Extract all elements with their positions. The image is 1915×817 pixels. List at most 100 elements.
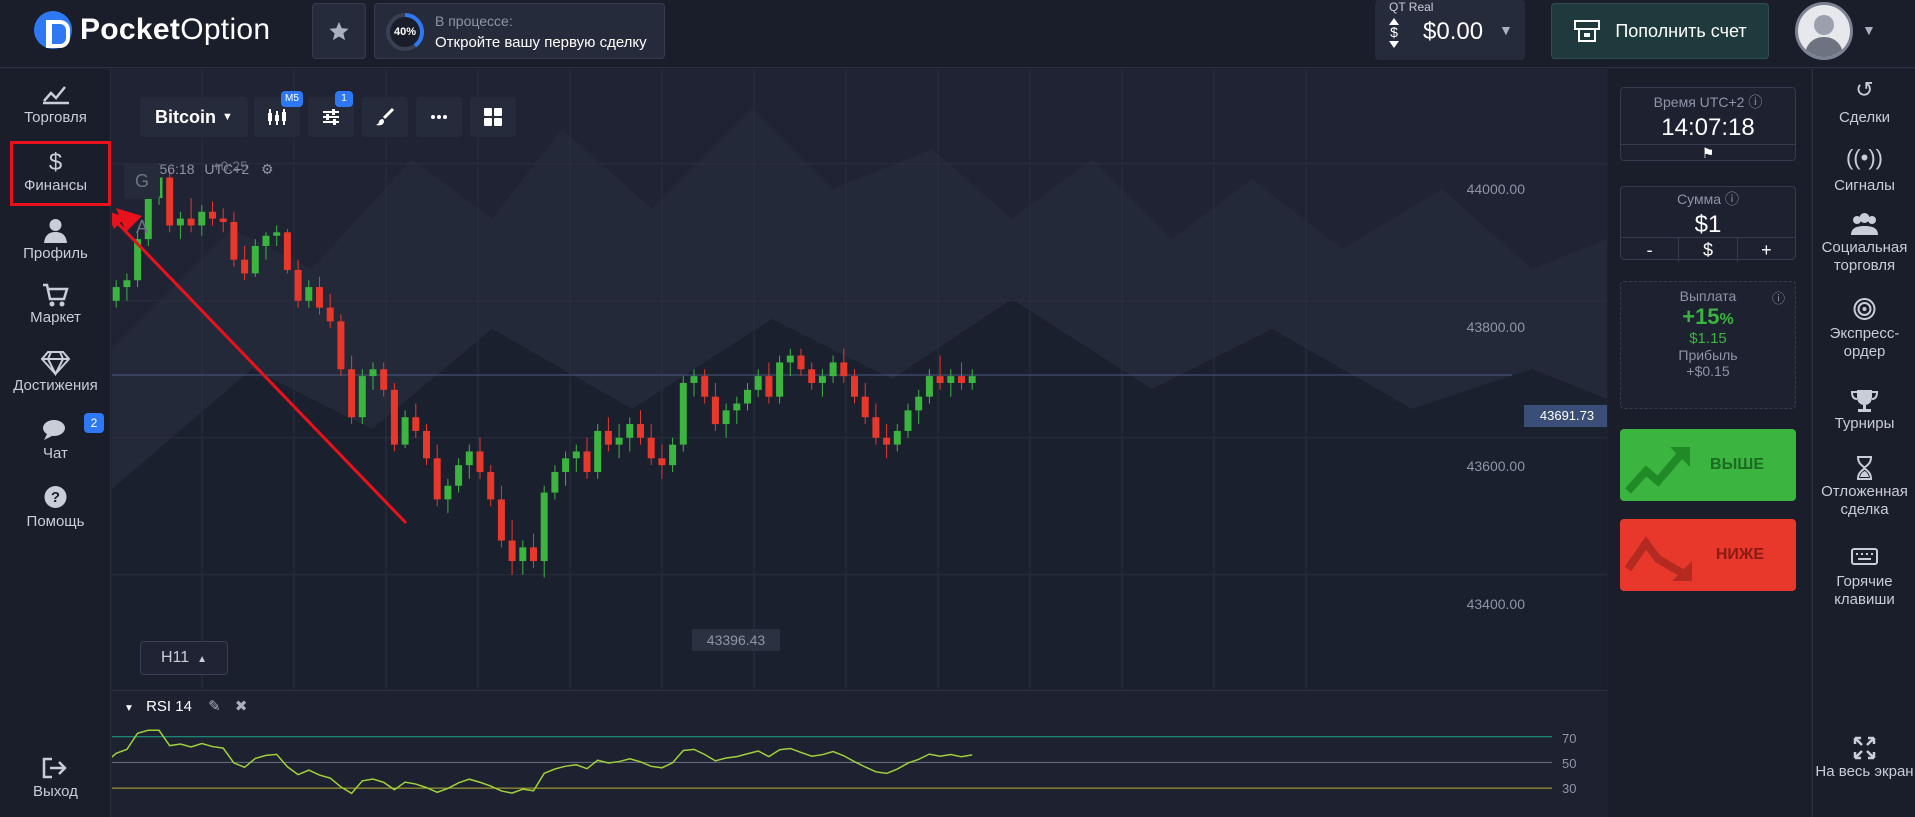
nav-express-order[interactable]: Экспресс-ордер (1813, 297, 1915, 361)
nav-trading[interactable]: Торговля (0, 81, 111, 126)
amount-label: Сумма ⓘ (1677, 191, 1739, 207)
amount-plus-button[interactable]: + (1738, 238, 1795, 262)
trend-up-icon (1625, 447, 1690, 494)
account-type: QT Real (1389, 0, 1434, 14)
logo-icon (34, 11, 72, 49)
cart-icon (43, 283, 69, 307)
user-avatar-icon (1804, 15, 1844, 57)
account-selector[interactable]: QT Real $ $0.00 ▼ (1375, 0, 1525, 60)
candle-body (669, 444, 677, 466)
timeframe-button[interactable]: H11 ▲ (140, 641, 228, 675)
user-icon (44, 219, 67, 243)
nav-social-trading[interactable]: Социальная торговля (1813, 211, 1915, 275)
candle-body (690, 376, 698, 383)
keyboard-icon (1851, 548, 1878, 565)
account-balance: $0.00 (1423, 18, 1484, 45)
candle-body (893, 430, 901, 445)
caret-up-icon: ▲ (197, 654, 208, 665)
candle-body (829, 362, 837, 377)
amount-currency-button[interactable]: $ (1679, 238, 1738, 262)
deposit-button[interactable]: Пополнить счет (1551, 3, 1769, 59)
candle-body (883, 437, 891, 445)
candle-body (851, 376, 858, 397)
nav-trades[interactable]: ↺ Сделки (1813, 77, 1915, 127)
progress-status: В процессе: (435, 13, 513, 29)
candle-body (968, 376, 976, 383)
candle-body (840, 362, 848, 377)
amount-value[interactable]: $1 (1621, 211, 1795, 238)
payout-amount: $1.15 (1689, 330, 1727, 347)
payout-percent: +15% (1682, 304, 1734, 329)
candle-body (808, 369, 816, 383)
candle-body (733, 403, 741, 411)
nav-profile[interactable]: Профиль (0, 217, 111, 262)
logout-icon (42, 757, 67, 779)
users-icon (1851, 213, 1878, 235)
nav-help[interactable]: ? Помощь (0, 485, 111, 530)
flag-icon[interactable]: ⚑ (1621, 144, 1795, 164)
candle-body (744, 389, 751, 404)
price-level-label: 43400.00 (1466, 596, 1525, 612)
candle-body (786, 355, 794, 363)
avatar[interactable] (1795, 2, 1853, 60)
history-icon: ↺ (1855, 77, 1874, 102)
expiry-time-box[interactable]: Время UTC+2 ⓘ 14:07:18 ⚑ (1620, 87, 1796, 161)
nav-hotkeys[interactable]: Горячие клавиши (1813, 545, 1915, 609)
red-arrow-head (116, 208, 142, 232)
red-arrow-annotation (112, 212, 408, 525)
candle-body (818, 376, 826, 383)
nav-signals[interactable]: ((•)) Сигналы (1813, 145, 1915, 195)
higher-button[interactable]: ВЫШЕ (1620, 429, 1796, 501)
candle-body (797, 355, 805, 370)
logo[interactable]: PocketOption (34, 10, 270, 50)
chat-badge: 2 (84, 413, 104, 433)
nav-fullscreen[interactable]: На весь экран (1813, 735, 1915, 781)
chart-area[interactable]: Bitcoin ▼ M5 1 12:56:18 UTC+2 +0:25 ⚙ G A … (112, 69, 1607, 689)
payout-box: Выплата ⓘ +15% $1.15 Прибыль +$0.15 (1620, 281, 1796, 409)
nav-market[interactable]: Маркет (0, 281, 111, 326)
fullscreen-icon (1853, 736, 1876, 760)
progress-task: Откройте вашу первую сделку (435, 34, 647, 51)
caret-down-icon[interactable]: ▼ (1862, 22, 1876, 38)
candle-body (647, 437, 655, 459)
candle-body (904, 410, 912, 431)
nav-tournaments[interactable]: Турниры (1813, 387, 1915, 433)
deposit-label: Пополнить счет (1615, 20, 1747, 41)
rsi-level-30: 30 (1562, 781, 1577, 796)
trend-down-icon (1624, 536, 1692, 581)
sort-arrows-icon: $ (1389, 18, 1399, 48)
help-icon[interactable]: ⓘ (1772, 288, 1785, 307)
favorites-button[interactable] (312, 3, 366, 59)
candle-body (551, 472, 559, 493)
signal-icon: ((•)) (1845, 145, 1883, 170)
nav-logout[interactable]: Выход (0, 755, 111, 800)
candle-body (947, 376, 955, 383)
candle-body (519, 547, 527, 562)
rsi-chart (112, 729, 1552, 795)
rsi-level-50: 50 (1562, 756, 1577, 771)
candle-body (776, 362, 784, 397)
current-price-tag: 43691.73 (1524, 405, 1607, 427)
help-icon: ⓘ (1748, 94, 1763, 110)
price-level-label: 44000.00 (1466, 181, 1525, 197)
nav-achievements[interactable]: Достижения (0, 349, 111, 394)
candle-body (615, 437, 623, 445)
candle-body (958, 376, 965, 383)
svg-text:$: $ (1390, 24, 1398, 40)
candle-body (861, 396, 869, 418)
candle-body (722, 410, 730, 425)
candle-body (701, 376, 709, 397)
onboarding-progress[interactable]: 40% В процессе: Откройте вашу первую сде… (374, 3, 665, 59)
candle-body (765, 376, 773, 397)
candle-body (637, 424, 644, 438)
candle-body (658, 458, 666, 466)
lower-button[interactable]: НИЖЕ (1620, 519, 1796, 591)
profit-value: +$0.15 (1686, 363, 1730, 379)
progress-percent: 40% (393, 26, 417, 38)
candle-body (604, 430, 612, 445)
profit-label: Прибыль (1678, 347, 1738, 363)
amount-minus-button[interactable]: - (1621, 238, 1680, 262)
candle-body (915, 396, 923, 411)
nav-pending-trade[interactable]: Отложенная сделка (1813, 455, 1915, 519)
amount-box[interactable]: Сумма ⓘ $1 - $ + (1620, 186, 1796, 262)
